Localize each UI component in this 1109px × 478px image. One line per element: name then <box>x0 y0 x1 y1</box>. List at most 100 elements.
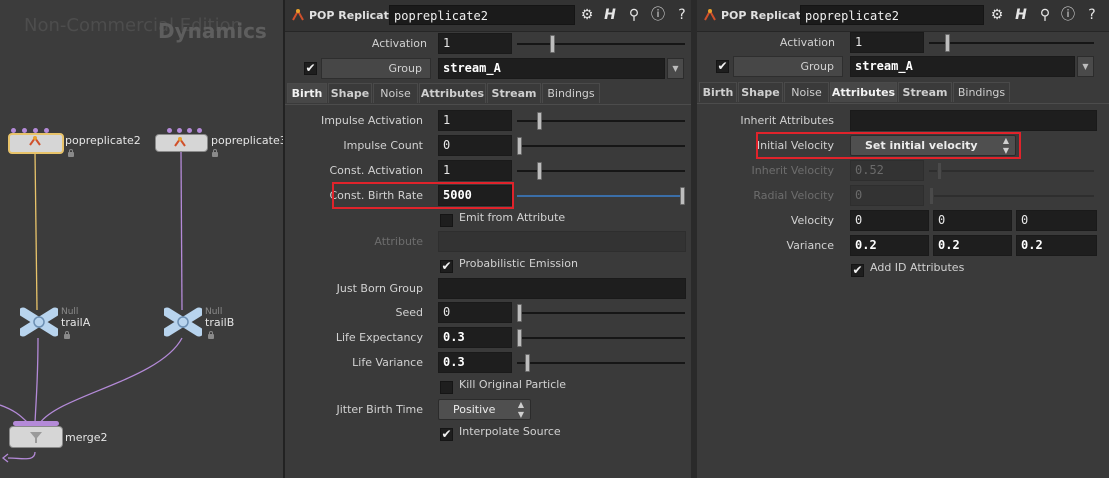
group-label-button[interactable]: Group <box>733 56 843 77</box>
updown-arrow-icon: ▲ ▼ <box>517 400 524 419</box>
slider-knob[interactable] <box>517 304 522 322</box>
activation-field[interactable]: 1 <box>850 32 924 53</box>
life-expectancy-slider[interactable] <box>517 329 685 347</box>
inherit-velocity-field[interactable]: 0.52 <box>850 160 924 181</box>
seed-field[interactable]: 0 <box>438 302 512 323</box>
interpolate-source-checkbox[interactable]: ✔ <box>440 428 453 441</box>
add-id-attributes-checkbox[interactable]: ✔ <box>851 264 864 277</box>
life-expectancy-field[interactable]: 0.3 <box>438 327 512 348</box>
tab-attributes[interactable]: Attributes <box>419 83 486 103</box>
tab-stream[interactable]: Stream <box>898 82 952 102</box>
const-activation-field[interactable]: 1 <box>438 160 512 181</box>
node-body[interactable] <box>8 133 64 154</box>
search-icon[interactable]: ⚲ <box>625 6 643 24</box>
impulse-count-field[interactable]: 0 <box>438 135 512 156</box>
slider-knob[interactable] <box>536 162 542 180</box>
h-icon[interactable]: H <box>601 6 619 24</box>
tab-bindings[interactable]: Bindings <box>542 83 600 103</box>
kill-original-particle-checkbox[interactable] <box>440 381 453 394</box>
slider-knob[interactable] <box>549 35 555 53</box>
slider-knob[interactable] <box>536 112 542 130</box>
life-variance-slider[interactable] <box>517 354 685 372</box>
h-icon[interactable]: H <box>1012 6 1030 24</box>
slider-knob[interactable] <box>929 187 934 205</box>
jitter-birth-time-menu[interactable]: Positive ▲ ▼ <box>438 399 531 420</box>
group-enable-checkbox[interactable]: ✔ <box>304 62 317 75</box>
node-body[interactable] <box>9 426 63 448</box>
group-dropdown-arrow[interactable]: ▼ <box>667 58 684 79</box>
node-name-field[interactable]: popreplicate2 <box>389 5 575 25</box>
activation-slider[interactable] <box>929 34 1094 52</box>
node-name-field[interactable]: popreplicate2 <box>800 5 984 25</box>
tab-bindings[interactable]: Bindings <box>953 82 1010 102</box>
search-icon[interactable]: ⚲ <box>1036 6 1054 24</box>
group-label-button[interactable]: Group <box>321 58 431 79</box>
tab-birth[interactable]: Birth <box>287 83 327 103</box>
slider-knob[interactable] <box>945 34 950 52</box>
life-variance-field[interactable]: 0.3 <box>438 352 512 373</box>
group-field[interactable]: stream_A <box>850 56 1075 77</box>
radial-velocity-field[interactable]: 0 <box>850 185 924 206</box>
lock-icon[interactable] <box>208 331 214 339</box>
lock-icon[interactable] <box>64 331 70 339</box>
node-body[interactable] <box>155 134 208 152</box>
lock-icon[interactable] <box>212 149 218 157</box>
group-field[interactable]: stream_A <box>438 58 665 79</box>
param-life-variance: Life Variance 0.3 <box>285 352 691 374</box>
group-enable-checkbox[interactable]: ✔ <box>716 60 729 73</box>
inherit-attributes-field[interactable] <box>850 110 1097 131</box>
help-icon[interactable]: ? <box>1083 6 1101 24</box>
group-dropdown-arrow[interactable]: ▼ <box>1077 56 1094 77</box>
activation-slider[interactable] <box>517 35 685 53</box>
impulse-count-slider[interactable] <box>517 137 685 155</box>
info-icon[interactable]: ⓘ <box>649 6 667 24</box>
tab-noise[interactable]: Noise <box>373 83 418 103</box>
slider-knob[interactable] <box>517 137 522 155</box>
lock-icon[interactable] <box>68 149 74 157</box>
input-dot[interactable] <box>167 128 172 133</box>
attribute-field[interactable] <box>438 231 686 252</box>
tab-shape[interactable]: Shape <box>738 82 783 102</box>
param-activation: Activation 1 <box>285 33 691 55</box>
radial-velocity-slider[interactable] <box>929 187 1094 205</box>
info-icon[interactable]: ⓘ <box>1059 6 1077 24</box>
probabilistic-emission-checkbox[interactable]: ✔ <box>440 260 453 273</box>
activation-field[interactable]: 1 <box>438 33 512 54</box>
help-icon[interactable]: ? <box>673 6 691 24</box>
null-node-icon[interactable] <box>20 306 58 338</box>
input-dot[interactable] <box>177 128 182 133</box>
param-life-expectancy: Life Expectancy 0.3 <box>285 327 691 349</box>
slider-knob[interactable] <box>517 329 522 347</box>
network-editor[interactable]: Non-Commercial Edition Dynamics poprepli… <box>0 0 283 478</box>
emit-from-attribute-checkbox[interactable] <box>440 214 453 227</box>
tab-birth[interactable]: Birth <box>699 82 737 102</box>
impulse-activation-slider[interactable] <box>517 112 685 130</box>
variance-z-field[interactable]: 0.2 <box>1016 235 1097 256</box>
input-dot[interactable] <box>197 128 202 133</box>
gear-icon[interactable]: ⚙ <box>988 6 1006 24</box>
gear-icon[interactable]: ⚙ <box>578 6 596 24</box>
just-born-group-field[interactable] <box>438 278 686 299</box>
tab-shape[interactable]: Shape <box>328 83 372 103</box>
inherit-velocity-slider[interactable] <box>929 162 1094 180</box>
const-activation-slider[interactable] <box>517 162 685 180</box>
param-radial-velocity: Radial Velocity 0 <box>697 185 1109 207</box>
const-birth-rate-slider[interactable] <box>517 187 685 205</box>
tab-noise[interactable]: Noise <box>784 82 829 102</box>
variance-x-field[interactable]: 0.2 <box>850 235 929 256</box>
velocity-y-field[interactable]: 0 <box>933 210 1012 231</box>
slider-knob[interactable] <box>937 162 942 180</box>
velocity-z-field[interactable]: 0 <box>1016 210 1097 231</box>
param-jitter-birth-time: Jitter Birth Time Positive ▲ ▼ <box>285 399 691 421</box>
null-node-icon[interactable] <box>164 306 202 338</box>
tab-attributes[interactable]: Attributes <box>830 82 897 102</box>
slider-knob[interactable] <box>525 354 531 372</box>
velocity-x-field[interactable]: 0 <box>850 210 929 231</box>
impulse-activation-field[interactable]: 1 <box>438 110 512 131</box>
checkbox-label: Kill Original Particle <box>459 378 567 391</box>
input-dot[interactable] <box>187 128 192 133</box>
slider-knob[interactable] <box>680 187 685 205</box>
tab-stream[interactable]: Stream <box>487 83 541 103</box>
variance-y-field[interactable]: 0.2 <box>933 235 1012 256</box>
seed-slider[interactable] <box>517 304 685 322</box>
